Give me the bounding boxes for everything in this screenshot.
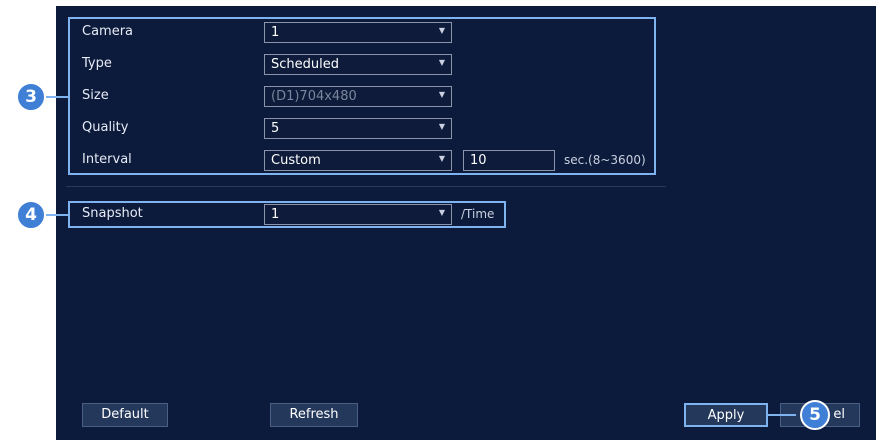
callout-5-badge: 5 [800,400,830,430]
callout-3-badge: 3 [16,82,46,112]
interval-value: Custom [271,153,321,168]
section-divider [66,186,666,187]
refresh-button[interactable]: Refresh [270,403,358,427]
quality-value: 5 [271,121,280,136]
apply-button[interactable]: Apply [684,403,768,427]
chevron-down-icon: ▼ [438,58,445,67]
chevron-down-icon: ▼ [438,154,445,163]
type-select[interactable]: Scheduled ▼ [264,54,452,75]
camera-value: 1 [271,25,280,40]
callout-3-connector [44,96,70,98]
interval-label: Interval [82,152,132,167]
size-label: Size [82,88,109,103]
size-select[interactable]: (D1)704x480 ▼ [264,86,452,107]
interval-range-hint: sec.(8~3600) [564,153,646,167]
type-label: Type [82,56,112,71]
snapshot-select[interactable]: 1 ▼ [264,204,452,225]
interval-select[interactable]: Custom ▼ [264,150,452,171]
size-value: (D1)704x480 [271,89,357,104]
interval-seconds-value: 10 [470,153,487,168]
snapshot-value: 1 [271,207,280,222]
quality-label: Quality [82,120,129,135]
chevron-down-icon: ▼ [438,122,445,131]
type-value: Scheduled [271,57,339,72]
snapshot-unit: /Time [461,207,495,221]
callout-5-connector [766,414,796,416]
camera-select[interactable]: 1 ▼ [264,22,452,43]
default-button[interactable]: Default [82,403,168,427]
cancel-button-label: el [833,407,845,422]
quality-select[interactable]: 5 ▼ [264,118,452,139]
snapshot-label: Snapshot [82,206,143,221]
callout-4-connector [44,214,70,216]
chevron-down-icon: ▼ [438,26,445,35]
interval-seconds-input[interactable]: 10 [463,150,555,171]
callout-4-badge: 4 [16,200,46,230]
camera-label: Camera [82,24,134,39]
chevron-down-icon: ▼ [438,90,445,99]
chevron-down-icon: ▼ [438,208,445,217]
